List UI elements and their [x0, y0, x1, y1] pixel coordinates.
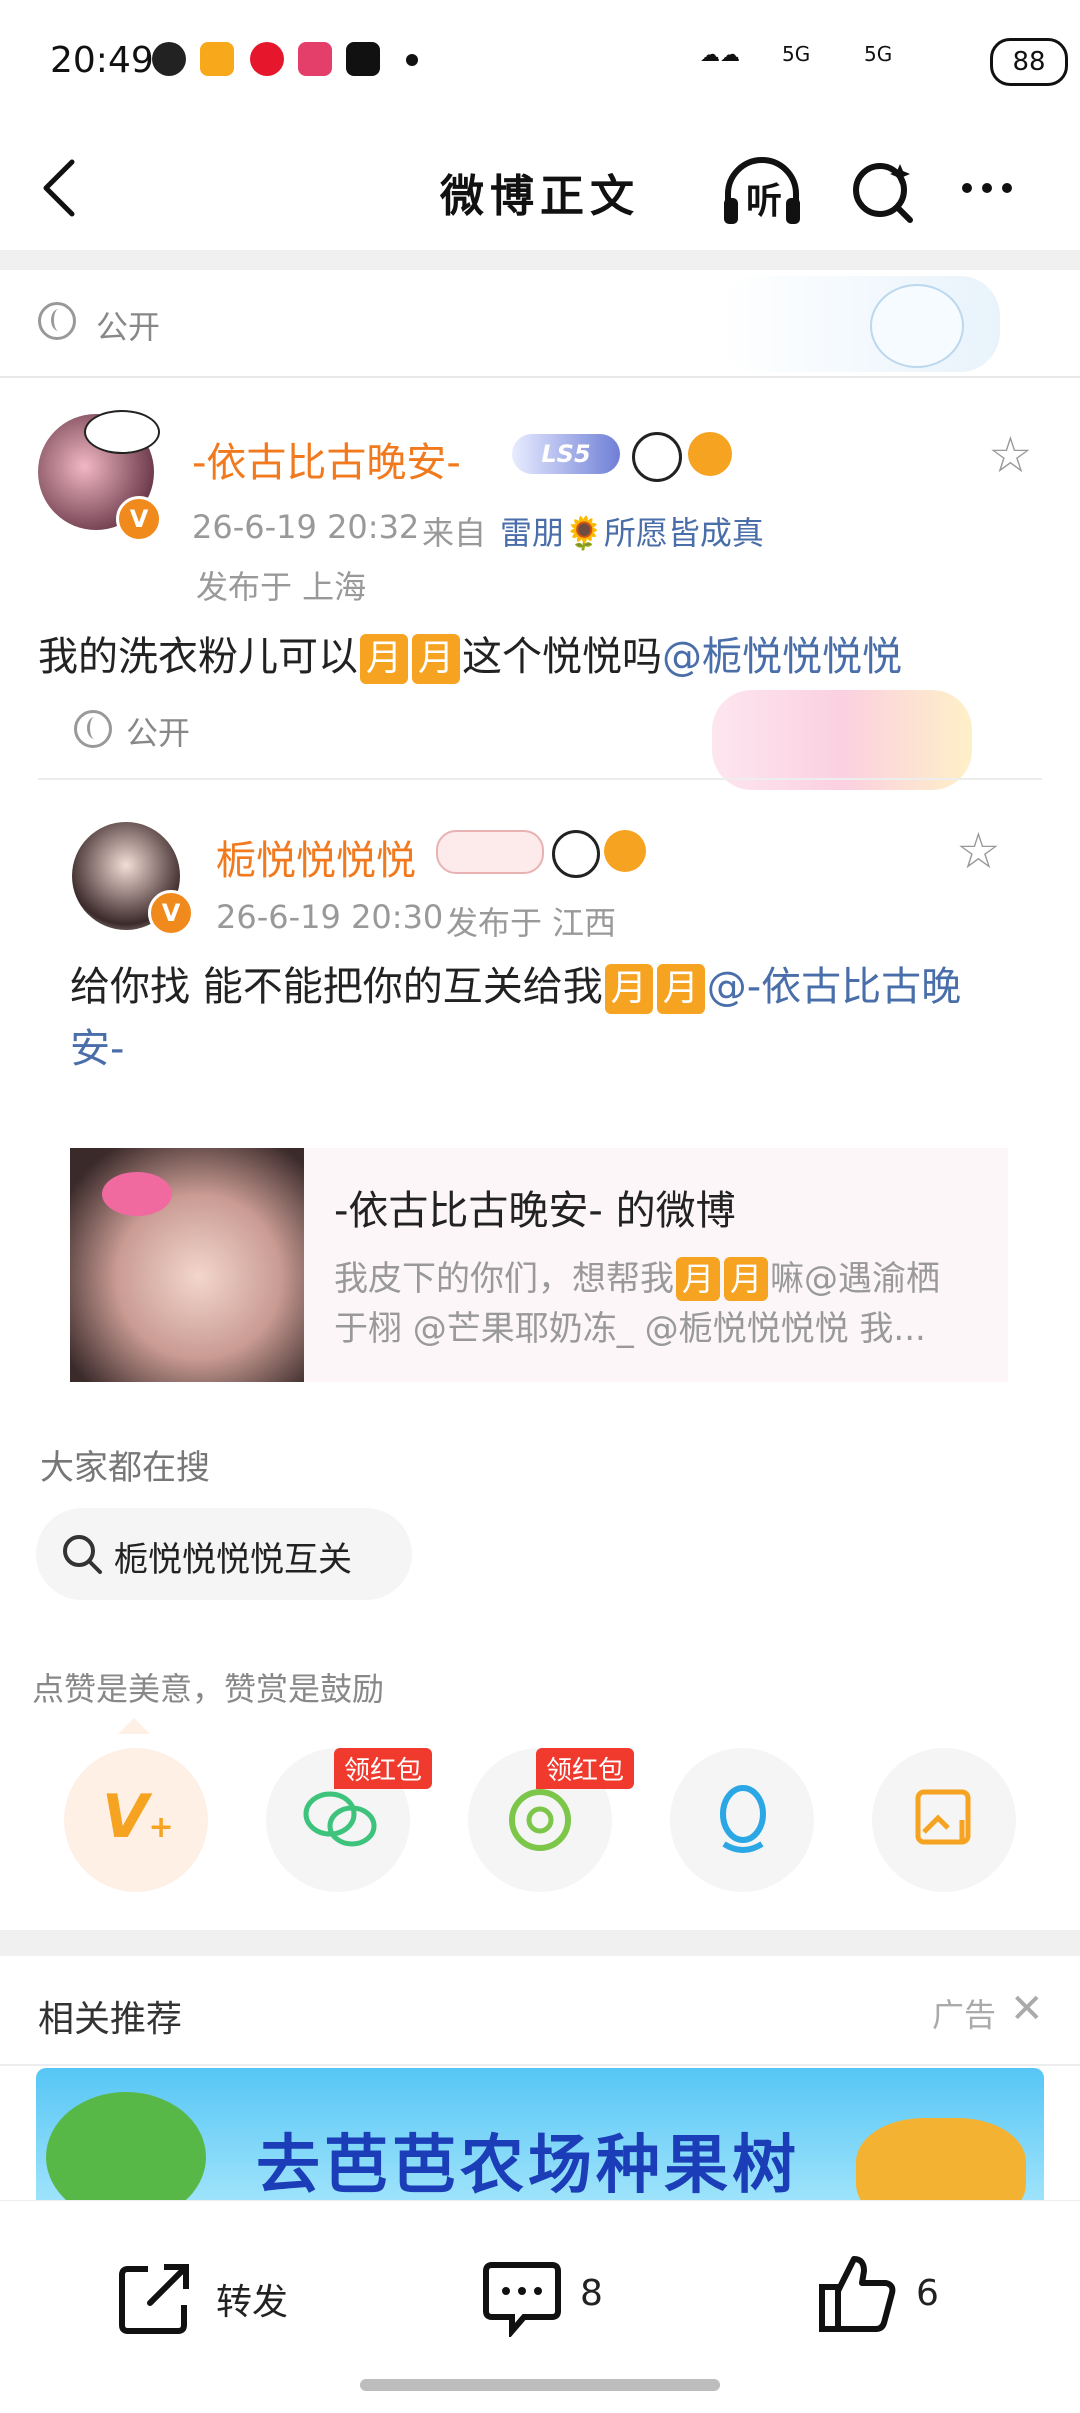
share-icon — [119, 2264, 189, 2334]
close-ad-icon[interactable]: ✕ — [1010, 1986, 1044, 2032]
wechat-status-icon — [152, 42, 186, 76]
globe-icon — [38, 302, 76, 340]
post-text-part2: 这个悦悦吗 — [462, 634, 663, 680]
weibo-status-icon — [200, 42, 234, 76]
status-bar: 20:49 ☁☁ 5G 5G 88 — [0, 0, 1080, 120]
fruit-illustration — [856, 2118, 1026, 2200]
section-divider — [0, 250, 1080, 270]
comment-button[interactable]: 8 — [482, 2251, 622, 2341]
tree-illustration — [46, 2092, 206, 2200]
reward-button[interactable]: V+ — [64, 1748, 208, 1892]
moon-emoji: 月 — [656, 964, 705, 1014]
fish-icon — [604, 830, 646, 872]
repost-text-part1: 给你找 能不能把你的互关给我 — [70, 964, 603, 1010]
panda-icon — [632, 432, 682, 482]
bottom-action-bar: 转发 8 6 — [0, 2200, 1080, 2413]
mention-link[interactable]: @栀悦悦悦悦 — [662, 634, 902, 680]
avatar-bubble — [84, 410, 160, 454]
signal-icon: ☁☁ — [700, 42, 740, 66]
app-status-icon — [298, 42, 332, 76]
v-plus-icon: V+ — [102, 1782, 174, 1852]
home-indicator[interactable] — [360, 2379, 720, 2391]
post-time: 26-6-19 20:32 — [192, 508, 420, 546]
love-sticker — [712, 690, 972, 790]
pink-bow — [102, 1172, 172, 1216]
repost-time: 26-6-19 20:30 — [216, 898, 444, 936]
thumbs-up-icon — [819, 2256, 896, 2332]
comment-count: 8 — [580, 2273, 603, 2314]
tips-pointer — [118, 1718, 150, 1734]
moon-emoji: 月 — [604, 964, 653, 1014]
repost-location: 发布于 江西 — [446, 904, 617, 942]
more-notifications-icon — [406, 54, 418, 66]
verified-badge: V — [116, 496, 162, 542]
search-icon — [63, 1535, 102, 1574]
post-author-name[interactable]: -依古比古晚安- — [192, 430, 461, 488]
fish-icon — [688, 432, 732, 476]
post-divider — [38, 778, 1042, 780]
moon-emoji: 月 — [360, 634, 409, 684]
repost-author-name[interactable]: 栀悦悦悦悦 — [216, 828, 416, 886]
network-type-2: 5G — [864, 42, 893, 66]
linked-weibo-card[interactable]: -依古比古晚安- 的微博 我皮下的你们，想帮我月月嘛@遇渝栖于栩 @芒果耶奶冻_… — [70, 1148, 1008, 1382]
source-prefix: 来自 — [422, 514, 487, 552]
card-thumbnail — [70, 1148, 304, 1382]
level-badge: LS5 — [512, 434, 620, 474]
red-packet-tag: 领红包 — [536, 1748, 635, 1789]
qq-icon — [720, 1785, 766, 1853]
post-text-part1: 我的洗衣粉儿可以 — [38, 634, 358, 680]
related-divider — [0, 2064, 1080, 2066]
visibility-label: 公开 — [96, 308, 161, 346]
post-visibility-label: 公开 — [126, 714, 191, 752]
post-source[interactable]: 雷朋🌻所愿皆成真 — [500, 508, 764, 554]
wechat-icon — [303, 1791, 377, 1847]
ad-label: 广告 — [932, 1996, 997, 2034]
verified-badge: V — [148, 890, 194, 936]
card-title: -依古比古晚安- 的微博 — [334, 1188, 736, 1234]
card-desc: 我皮下的你们，想帮我月月嘛@遇渝栖于栩 @芒果耶奶冻_ @栀悦悦悦悦 我... — [334, 1254, 974, 1354]
favorite-star-icon[interactable]: ☆ — [956, 822, 1001, 880]
repost-button[interactable]: 转发 — [114, 2251, 354, 2341]
tips-heading: 点赞是美意，赞赏是鼓励 — [32, 1670, 385, 1708]
battery-indicator: 88 — [990, 38, 1068, 86]
ad-banner-text: 去芭芭农场种果树 — [256, 2129, 800, 2200]
like-count: 6 — [916, 2273, 939, 2314]
save-image-button[interactable] — [872, 1748, 1016, 1892]
globe-icon — [74, 710, 112, 748]
related-heading: 相关推荐 — [38, 1999, 183, 2040]
search-chip-label: 栀悦悦悦悦互关 — [114, 1540, 352, 1580]
visibility-row: 公开 — [0, 270, 1080, 378]
page-title: 微博正文 — [440, 171, 640, 222]
share-qq-button[interactable] — [670, 1748, 814, 1892]
weibo-alt-status-icon — [250, 42, 284, 76]
favorite-star-icon[interactable]: ☆ — [988, 426, 1033, 484]
moon-emoji: 月 — [724, 1257, 769, 1301]
decor-cat-sticker — [720, 276, 1000, 372]
red-packet-tag: 领红包 — [334, 1748, 433, 1789]
post-location: 发布于 上海 — [196, 568, 367, 606]
like-button[interactable]: 6 — [818, 2247, 958, 2341]
repost-badge — [436, 830, 544, 874]
panda-icon — [552, 830, 600, 878]
section-divider — [0, 1930, 1080, 1956]
status-time: 20:49 — [50, 40, 154, 81]
moon-emoji: 月 — [412, 634, 461, 684]
tiktok-status-icon — [346, 42, 380, 76]
network-type: 5G — [782, 42, 811, 66]
card-desc-part1: 我皮下的你们，想帮我 — [334, 1259, 674, 1299]
save-image-icon — [915, 1789, 971, 1845]
moon-emoji: 月 — [676, 1257, 721, 1301]
comment-icon — [483, 2262, 561, 2337]
repost-label: 转发 — [216, 2282, 289, 2323]
search-chip[interactable]: 栀悦悦悦悦互关 — [36, 1508, 412, 1600]
moments-icon — [509, 1789, 571, 1851]
post-text: 我的洗衣粉儿可以月月这个悦悦吗@栀悦悦悦悦 — [38, 626, 1048, 688]
search-heading: 大家都在搜 — [40, 1448, 210, 1488]
repost-text: 给你找 能不能把你的互关给我月月 @-依古比古晚安- — [70, 956, 1010, 1080]
ad-banner[interactable]: 去芭芭农场种果树 — [36, 2068, 1044, 2200]
